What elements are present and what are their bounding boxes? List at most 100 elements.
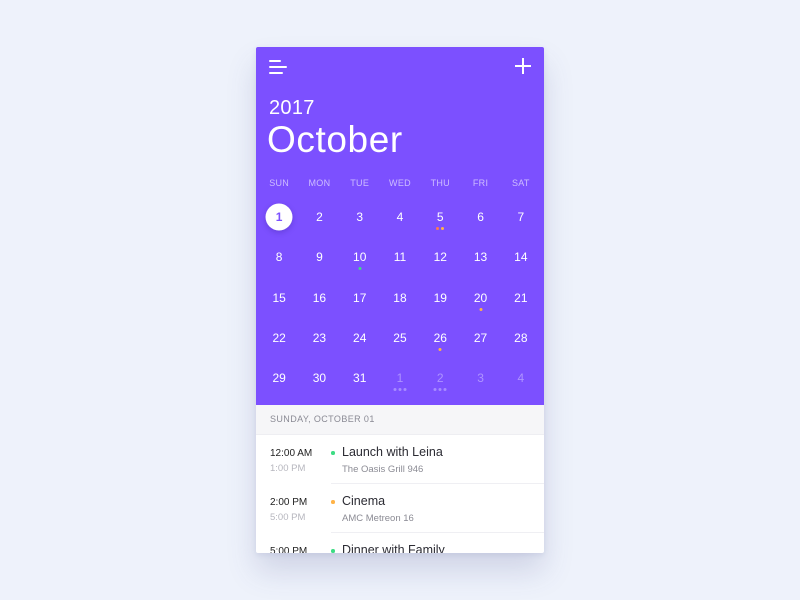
calendar-app: 2017 October SUN MON TUE WED THU FRI SAT 12345… (256, 47, 544, 553)
event-dot (438, 347, 442, 351)
event-start-time: 12:00 AM (270, 448, 313, 459)
calendar-day[interactable]: 23 (299, 318, 339, 358)
day-number: 15 (272, 290, 286, 305)
calendar-day[interactable]: 26 (420, 318, 460, 358)
event-title: Dinner with Family (342, 543, 445, 553)
event-color-dot (331, 549, 335, 553)
event-indicator-dots (438, 347, 442, 351)
calendar-grid: 1 2 3 4 5 6 7 8 9 10 11 12 13 14 15 16 17 18 19 20 21 22 23 24 2… (259, 197, 541, 398)
day-number: 4 (517, 371, 525, 386)
day-number: 10 (353, 250, 367, 265)
calendar-day[interactable]: 24 (340, 318, 380, 358)
event-start-time: 2:00 PM (270, 497, 308, 508)
calendar-day[interactable]: 11 (380, 237, 420, 277)
calendar-day[interactable]: 22 (259, 318, 299, 358)
event-dot (393, 388, 397, 392)
day-number: 20 (473, 290, 488, 305)
calendar-day[interactable]: 5 (420, 197, 460, 237)
day-number: 9 (316, 250, 323, 265)
event-dot (398, 388, 402, 392)
day-number: 2 (316, 210, 323, 224)
calendar-day[interactable]: 30 (299, 358, 339, 398)
day-number: 30 (312, 371, 327, 386)
day-number: 29 (272, 371, 286, 386)
event-dot (441, 227, 445, 230)
day-number: 19 (433, 290, 447, 305)
calendar-day[interactable]: 10 (340, 237, 380, 277)
event-indicator-dots (479, 307, 483, 311)
calendar-day[interactable]: 7 (501, 197, 541, 237)
calendar-day[interactable]: 16 (299, 278, 339, 318)
weekday-header: SUN MON TUE WED THU FRI SAT (259, 178, 541, 188)
calendar-day[interactable]: 8 (259, 237, 299, 277)
event-dot (443, 388, 447, 392)
calendar-day[interactable]: 29 (259, 358, 299, 398)
calendar-day[interactable]: 4 (501, 358, 541, 398)
day-number: 13 (473, 250, 488, 265)
day-number: 21 (514, 290, 528, 305)
calendar-day[interactable]: 19 (420, 278, 460, 318)
weekday-tue: TUE (350, 178, 370, 188)
calendar-header: 2017 October SUN MON TUE WED THU FRI SAT 12345… (256, 47, 544, 405)
calendar-day[interactable]: 21 (501, 278, 541, 318)
day-number: 6 (477, 210, 484, 224)
day-number: 17 (353, 290, 367, 305)
event-location: AMC Metreon 16 (342, 513, 414, 524)
day-number: 22 (272, 330, 286, 345)
event-title: Cinema (342, 494, 386, 508)
calendar-day[interactable]: 12 (420, 237, 460, 277)
calendar-day[interactable]: 13 (460, 237, 500, 277)
day-number: 23 (312, 330, 327, 345)
event-indicator-dots (436, 227, 445, 230)
event-item[interactable]: 5:00 PM Dinner with Family (256, 533, 544, 553)
event-item[interactable]: 12:00 AM 1:00 PM Launch with Leina The Oasi… (256, 435, 544, 484)
day-number: 28 (514, 330, 528, 345)
calendar-day[interactable]: 1 (380, 358, 420, 398)
calendar-day[interactable]: 18 (380, 278, 420, 318)
day-number: 12 (433, 250, 447, 265)
calendar-week: 29 30 31 1 2 3 4 (259, 358, 541, 398)
event-end-time: 5:00 PM (270, 512, 306, 523)
day-number: 18 (393, 290, 407, 305)
calendar-day[interactable]: 15 (259, 278, 299, 318)
plus-icon[interactable] (514, 57, 532, 75)
event-indicator-dots (358, 267, 362, 271)
day-number: 24 (353, 330, 367, 345)
event-indicator-dots (433, 388, 447, 392)
calendar-day[interactable]: 17 (340, 278, 380, 318)
calendar-week: 22 23 24 25 26 27 28 (259, 318, 541, 358)
calendar-day[interactable]: 28 (501, 318, 541, 358)
event-start-time: 5:00 PM (270, 546, 308, 553)
calendar-day[interactable]: 25 (380, 318, 420, 358)
calendar-week: 8 9 10 11 12 13 14 (259, 237, 541, 277)
weekday-thu: THU (430, 178, 450, 188)
selected-date-bar: SUNDAY, OCTOBER 01 (256, 405, 544, 435)
day-number: 26 (433, 330, 447, 345)
calendar-day[interactable]: 4 (380, 197, 420, 237)
day-number: 1 (275, 210, 283, 224)
event-dot (433, 388, 437, 392)
calendar-day[interactable]: 2 (299, 197, 339, 237)
month-label: October (267, 119, 403, 160)
day-number: 31 (353, 371, 367, 386)
calendar-day[interactable]: 27 (460, 318, 500, 358)
calendar-week: 15 16 17 18 19 20 21 (259, 278, 541, 318)
calendar-day[interactable]: 20 (460, 278, 500, 318)
event-color-dot (331, 451, 335, 455)
calendar-day[interactable]: 14 (501, 237, 541, 277)
event-item[interactable]: 2:00 PM 5:00 PM Cinema AMC Metreon 16 (256, 484, 544, 533)
selected-date-label: SUNDAY, OCTOBER 01 (270, 414, 375, 424)
calendar-day[interactable]: 31 (340, 358, 380, 398)
day-number: 7 (517, 210, 525, 224)
day-number: 25 (393, 330, 407, 345)
calendar-day[interactable]: 6 (460, 197, 500, 237)
menu-icon[interactable] (269, 59, 289, 75)
calendar-day-selected[interactable]: 1 (259, 197, 299, 237)
year-label: 2017 (269, 97, 315, 119)
calendar-day[interactable]: 2 (420, 358, 460, 398)
weekday-wed: WED (389, 178, 411, 188)
calendar-day[interactable]: 3 (460, 358, 500, 398)
day-number: 16 (312, 290, 327, 305)
calendar-day[interactable]: 9 (299, 237, 339, 277)
calendar-day[interactable]: 3 (340, 197, 380, 237)
